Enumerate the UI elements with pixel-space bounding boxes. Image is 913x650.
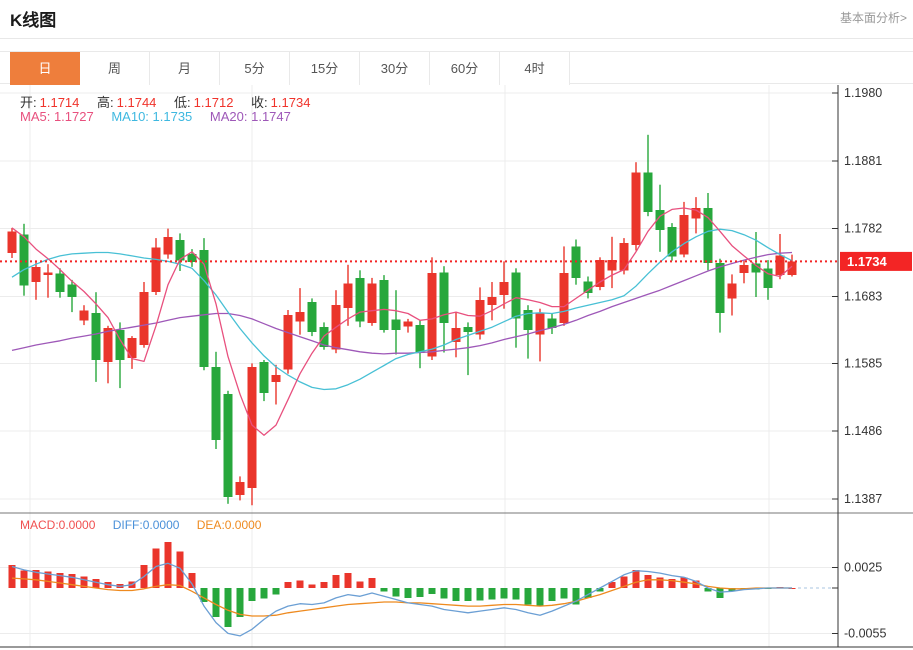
tab-5分[interactable]: 5分 [220, 52, 290, 85]
interval-tabbar: 日周月5分15分30分60分4时 [0, 51, 913, 84]
page-title: K线图 [10, 6, 56, 31]
fundamental-analysis-link[interactable]: 基本面分析> [840, 9, 907, 26]
kline-chart[interactable]: 1.1980 1.1881 1.1782 1.1683 1.1585 1.1486 1.13… [0, 85, 913, 648]
macd-lines [12, 563, 836, 636]
header-divider [0, 38, 913, 39]
y-axis-label: 1.1683 [844, 289, 882, 303]
y-axis-label: 1.1486 [844, 424, 882, 438]
macd-histogram [9, 542, 796, 627]
tab-周[interactable]: 周 [80, 52, 150, 85]
axes [0, 85, 913, 647]
last-price-label: 1.1734 [847, 254, 888, 269]
tab-日[interactable]: 日 [10, 52, 80, 85]
candles [8, 135, 797, 505]
y-axis-label: 1.1387 [844, 492, 882, 506]
gridlines [0, 85, 838, 647]
last-price-badge: 1.1734 [840, 252, 912, 271]
kline-page: K线图 基本面分析> 日周月5分15分30分60分4时 1.1980 1.1881… [0, 0, 913, 650]
y-axis-label: 0.0025 [844, 560, 882, 574]
y-axis-label: -0.0055 [844, 626, 886, 640]
tab-15分[interactable]: 15分 [290, 52, 360, 85]
tab-30分[interactable]: 30分 [360, 52, 430, 85]
tab-月[interactable]: 月 [150, 52, 220, 85]
y-axis-label: 1.1782 [844, 222, 882, 236]
y-axis-label: 1.1881 [844, 154, 882, 168]
tab-60分[interactable]: 60分 [430, 52, 500, 85]
y-axis-label: 1.1585 [844, 356, 882, 370]
tab-4时[interactable]: 4时 [500, 52, 570, 85]
y-axis-labels: 1.1980 1.1881 1.1782 1.1683 1.1585 1.1486 1.13… [844, 86, 886, 640]
y-axis-label: 1.1980 [844, 86, 882, 100]
